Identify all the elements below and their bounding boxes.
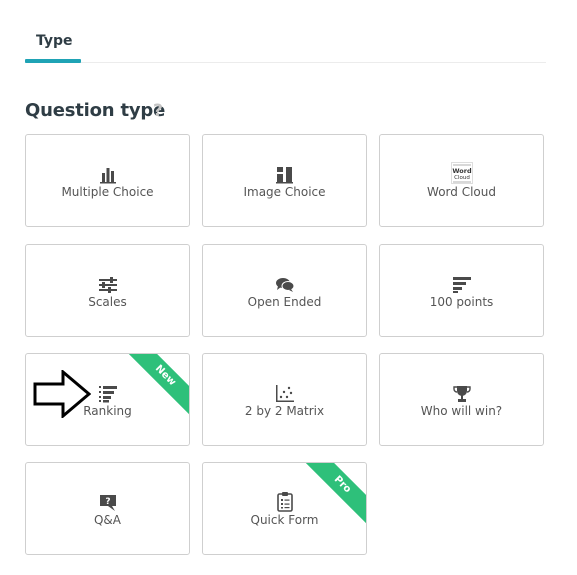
question-mark-glyph: ? — [105, 497, 110, 507]
word-cloud-icon-text-2: Cloud — [454, 175, 470, 181]
card-label: Open Ended — [247, 295, 322, 309]
image-choice-icon — [275, 166, 295, 184]
card-who-will-win[interactable]: Who will win? — [379, 353, 544, 446]
card-100-points[interactable]: 100 points — [379, 244, 544, 337]
card-scales[interactable]: Scales — [25, 244, 190, 337]
card-multiple-choice[interactable]: Multiple Choice — [25, 134, 190, 227]
section-title: Question type — [25, 100, 166, 121]
bar-chart-icon — [98, 166, 118, 184]
card-label: Quick Form — [250, 513, 319, 527]
scatter-matrix-icon — [275, 385, 295, 403]
tab-bar: Type — [25, 22, 546, 63]
card-open-ended[interactable]: Open Ended — [202, 244, 367, 337]
horizontal-bars-icon — [452, 276, 472, 294]
card-image-choice[interactable]: Image Choice — [202, 134, 367, 227]
ranking-icon — [98, 385, 118, 403]
card-label: Image Choice — [243, 185, 326, 199]
tab-type-label: Type — [36, 33, 73, 49]
card-label: Multiple Choice — [61, 185, 154, 199]
clipboard-form-icon — [275, 491, 295, 512]
arrow-right-icon — [33, 368, 92, 420]
card-label: Scales — [88, 295, 127, 309]
card-label: Who will win? — [420, 404, 503, 418]
card-label: 2 by 2 Matrix — [244, 404, 325, 418]
card-quick-form[interactable]: Quick Form Pro — [202, 462, 367, 555]
speech-bubbles-icon — [275, 276, 295, 294]
card-label: Word Cloud — [427, 185, 496, 199]
help-icon[interactable]: ? — [153, 101, 163, 121]
card-word-cloud[interactable]: Word Cloud Word Cloud — [379, 134, 544, 227]
word-cloud-icon-text-1: Word — [452, 167, 472, 175]
card-label: 100 points — [429, 295, 494, 309]
tab-type[interactable]: Type — [25, 22, 81, 63]
card-2-by-2-matrix[interactable]: 2 by 2 Matrix — [202, 353, 367, 446]
active-tab-indicator — [25, 59, 81, 63]
card-label: Q&A — [93, 513, 121, 527]
card-q-and-a[interactable]: ? Q&A — [25, 462, 190, 555]
sliders-icon — [98, 276, 118, 294]
question-box-icon: ? — [98, 494, 118, 512]
trophy-icon — [452, 385, 472, 403]
word-cloud-icon: Word Cloud — [450, 162, 473, 184]
